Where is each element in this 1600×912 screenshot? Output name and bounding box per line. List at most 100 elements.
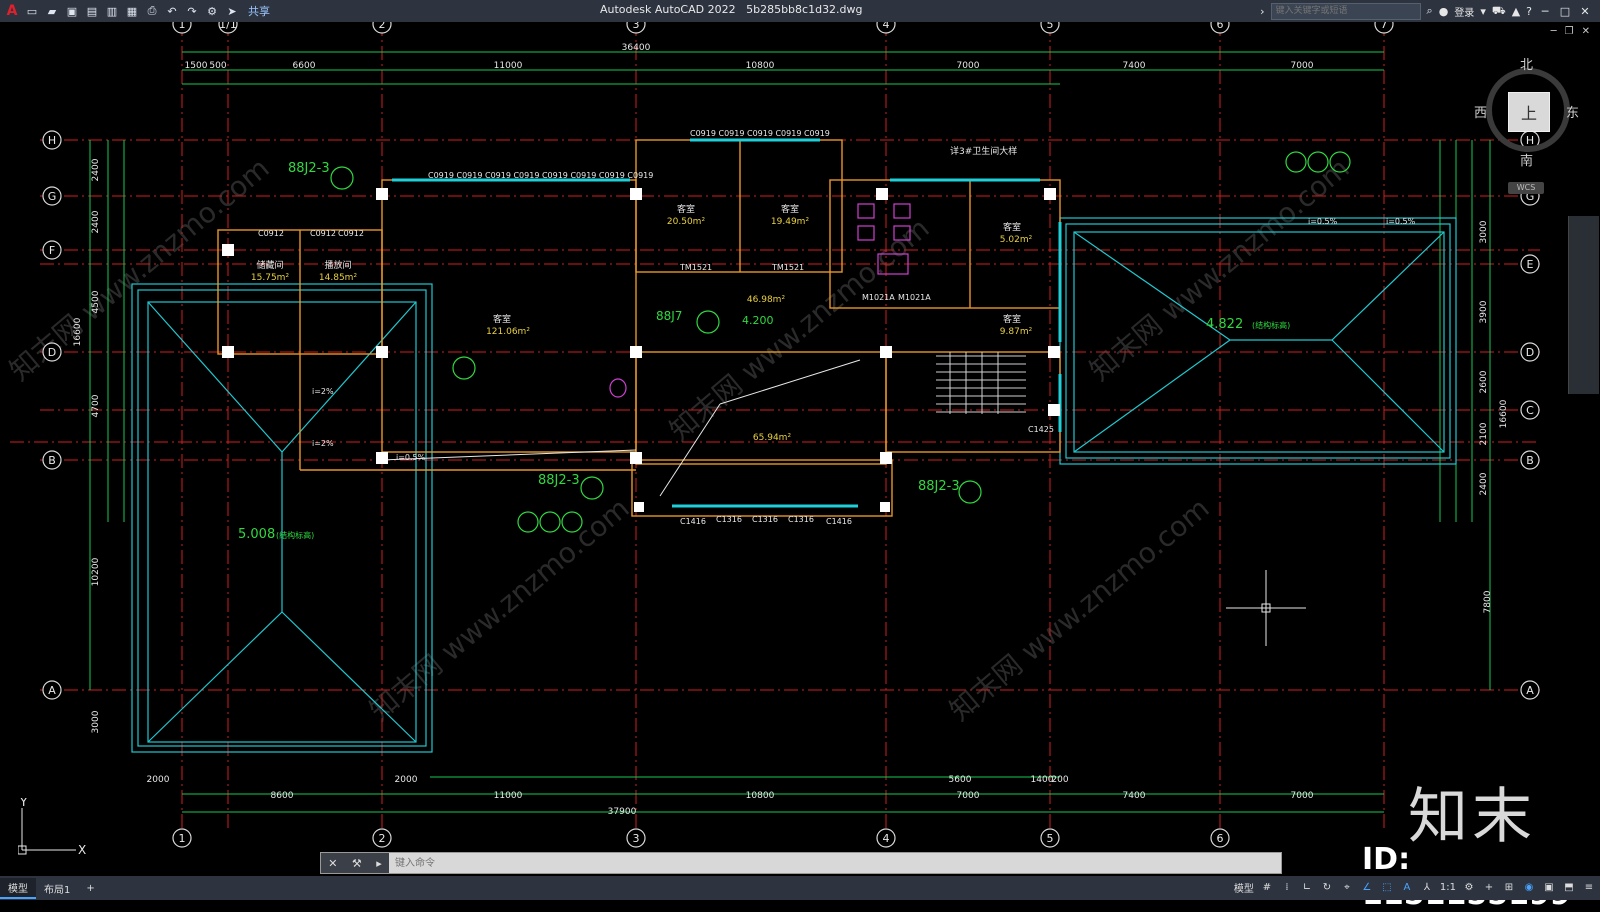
search-expand-icon[interactable]: › (1260, 5, 1264, 18)
ortho-icon[interactable]: ∟ (1300, 882, 1314, 893)
annotation-monitor-icon[interactable]: + (1482, 882, 1496, 893)
redo-icon[interactable]: ↷ (184, 3, 200, 19)
compass-west[interactable]: 西 (1474, 102, 1487, 121)
add-layout-button[interactable]: + (78, 881, 102, 896)
annotation-scale[interactable]: 1:1 (1440, 882, 1456, 893)
dim-text: 2000 (147, 775, 170, 785)
workspace-gear-icon[interactable]: ⚙ (1462, 882, 1476, 893)
save-icon[interactable]: ▣ (64, 3, 80, 19)
command-close-icon[interactable]: ✕ (328, 857, 337, 870)
otrack-icon[interactable]: ∠ (1360, 882, 1374, 893)
save-as-icon[interactable]: ▤ (84, 3, 100, 19)
hardware-accel-icon[interactable]: ▣ (1542, 882, 1556, 893)
elevation-label: 5.008 (238, 527, 275, 542)
model-space-label[interactable]: 模型 (1234, 880, 1254, 895)
plot-icon[interactable]: ⎙ (144, 3, 160, 19)
tab-model[interactable]: 模型 (0, 877, 36, 899)
command-line[interactable]: ✕ ⚒ ▸ (320, 852, 1282, 874)
dim-text: 37900 (608, 807, 637, 817)
compass-north[interactable]: 北 (1520, 54, 1533, 73)
grid-icon[interactable]: # (1260, 882, 1274, 893)
compass-south[interactable]: 南 (1520, 150, 1533, 169)
room-area: 20.50m² (667, 217, 706, 227)
dim-text: 2400 (1479, 472, 1489, 495)
user-icon[interactable]: ● (1439, 5, 1449, 18)
dim-text: 36400 (622, 43, 651, 53)
detail-note: 详3#卫生间大样 (950, 145, 1017, 157)
room-area: 5.02m² (1000, 235, 1033, 245)
grid-col-label: 3 (633, 832, 640, 845)
room-area: 65.94m² (753, 433, 792, 443)
door-tag: TM1521 (679, 263, 712, 272)
snap-icon[interactable]: ⁞ (1280, 882, 1294, 893)
command-customize-icon[interactable]: ⚒ (352, 857, 362, 870)
detail-callout: 88J2-3 (918, 479, 960, 494)
grid-col-label: 4 (883, 22, 890, 31)
room-area: 46.98m² (747, 295, 786, 305)
annotation-visibility-icon[interactable]: A (1400, 882, 1414, 893)
dropdown-icon[interactable]: ▾ (1480, 5, 1486, 18)
undo-icon[interactable]: ↶ (164, 3, 180, 19)
file-name: 5b285bb8c1d32.dwg (746, 3, 863, 16)
command-input[interactable] (389, 854, 1281, 872)
window-tag: C0919 C0919 C0919 C0919 C0919 C0919 C091… (428, 171, 653, 180)
dim-text: 8600 (271, 791, 294, 801)
auto-scale-icon[interactable]: ⅄ (1420, 882, 1434, 893)
autocad-logo-icon[interactable]: A (4, 3, 20, 19)
share-button[interactable]: 共享 (248, 3, 270, 19)
grid-col-label: 5 (1047, 22, 1054, 31)
web-mobile-icon[interactable]: ▥ (104, 3, 120, 19)
open-file-icon[interactable]: ▰ (44, 3, 60, 19)
elevation-label: 4.200 (742, 314, 774, 327)
share-icon[interactable]: ➤ (224, 3, 240, 19)
customize-menu-icon[interactable]: ≡ (1582, 882, 1596, 893)
publish-icon[interactable]: ▦ (124, 3, 140, 19)
autodesk-a360-icon[interactable]: ▲ (1512, 5, 1520, 18)
command-recent-icon[interactable]: ▸ (376, 857, 382, 870)
watermark-text: 知末网 www.znzmo.com (663, 211, 935, 447)
door-tag: M1021A (862, 293, 895, 302)
dynamic-ucs-icon[interactable]: ⬚ (1380, 882, 1394, 893)
window-tag: C0912 (310, 229, 336, 238)
dim-text: 7000 (957, 791, 980, 801)
wcs-menu-button[interactable]: WCS (1508, 182, 1544, 194)
minimize-button[interactable]: ─ (1538, 5, 1552, 18)
window-tag: C1316 (716, 515, 742, 524)
units-icon[interactable]: ⊞ (1502, 882, 1516, 893)
search-icon[interactable]: ⌕ (1427, 4, 1433, 18)
slope-tag: i=2% (312, 439, 334, 448)
door-tag: TM1521 (771, 263, 804, 272)
viewcube[interactable]: 上 北 南 西 东 WCS (1474, 58, 1579, 194)
watermark-text-group: 知末网 www.znzmo.com 知末网 www.znzmo.com 知末网 … (3, 151, 1355, 727)
dim-text: 10800 (746, 791, 775, 801)
dim-text: 7000 (1291, 61, 1314, 71)
workspace-icon[interactable]: ⚙ (204, 3, 220, 19)
search-input[interactable] (1270, 2, 1421, 20)
callout-circles (330, 151, 1351, 533)
grid-col-label: 1 (179, 22, 186, 31)
osnap-icon[interactable]: ⌖ (1340, 882, 1354, 893)
maximize-button[interactable]: □ (1558, 5, 1572, 18)
login-link[interactable]: 登录 (1454, 4, 1474, 19)
compass-east[interactable]: 东 (1566, 102, 1579, 121)
navigation-bar[interactable] (1568, 216, 1599, 394)
cart-icon[interactable]: ⛟ (1492, 4, 1506, 19)
grid-col-label: 1 (179, 832, 186, 845)
viewcube-top-face[interactable]: 上 (1508, 92, 1550, 132)
crosshair-cursor (1226, 570, 1306, 646)
tab-layout1[interactable]: 布局1 (36, 879, 78, 898)
isolate-objects-icon[interactable]: ◉ (1522, 882, 1536, 893)
watermark-text: 知末网 www.znzmo.com (363, 491, 635, 727)
drawing-canvas[interactable]: 知末网 www.znzmo.com 知末网 www.znzmo.com 知末网 … (0, 22, 1600, 876)
new-file-icon[interactable]: ▭ (24, 3, 40, 19)
polar-icon[interactable]: ↻ (1320, 882, 1334, 893)
help-icon[interactable]: ? (1526, 5, 1532, 18)
dim-text: 3000 (91, 710, 101, 733)
room-name: 客室 (1003, 313, 1021, 325)
close-button[interactable]: ✕ (1578, 5, 1592, 18)
room-name: 客室 (493, 313, 511, 325)
clean-screen-icon[interactable]: ⬒ (1562, 882, 1576, 893)
room-name: 客室 (677, 203, 695, 215)
window-tag: C1425 (1028, 425, 1054, 434)
grid-col-label: 3 (633, 22, 640, 31)
